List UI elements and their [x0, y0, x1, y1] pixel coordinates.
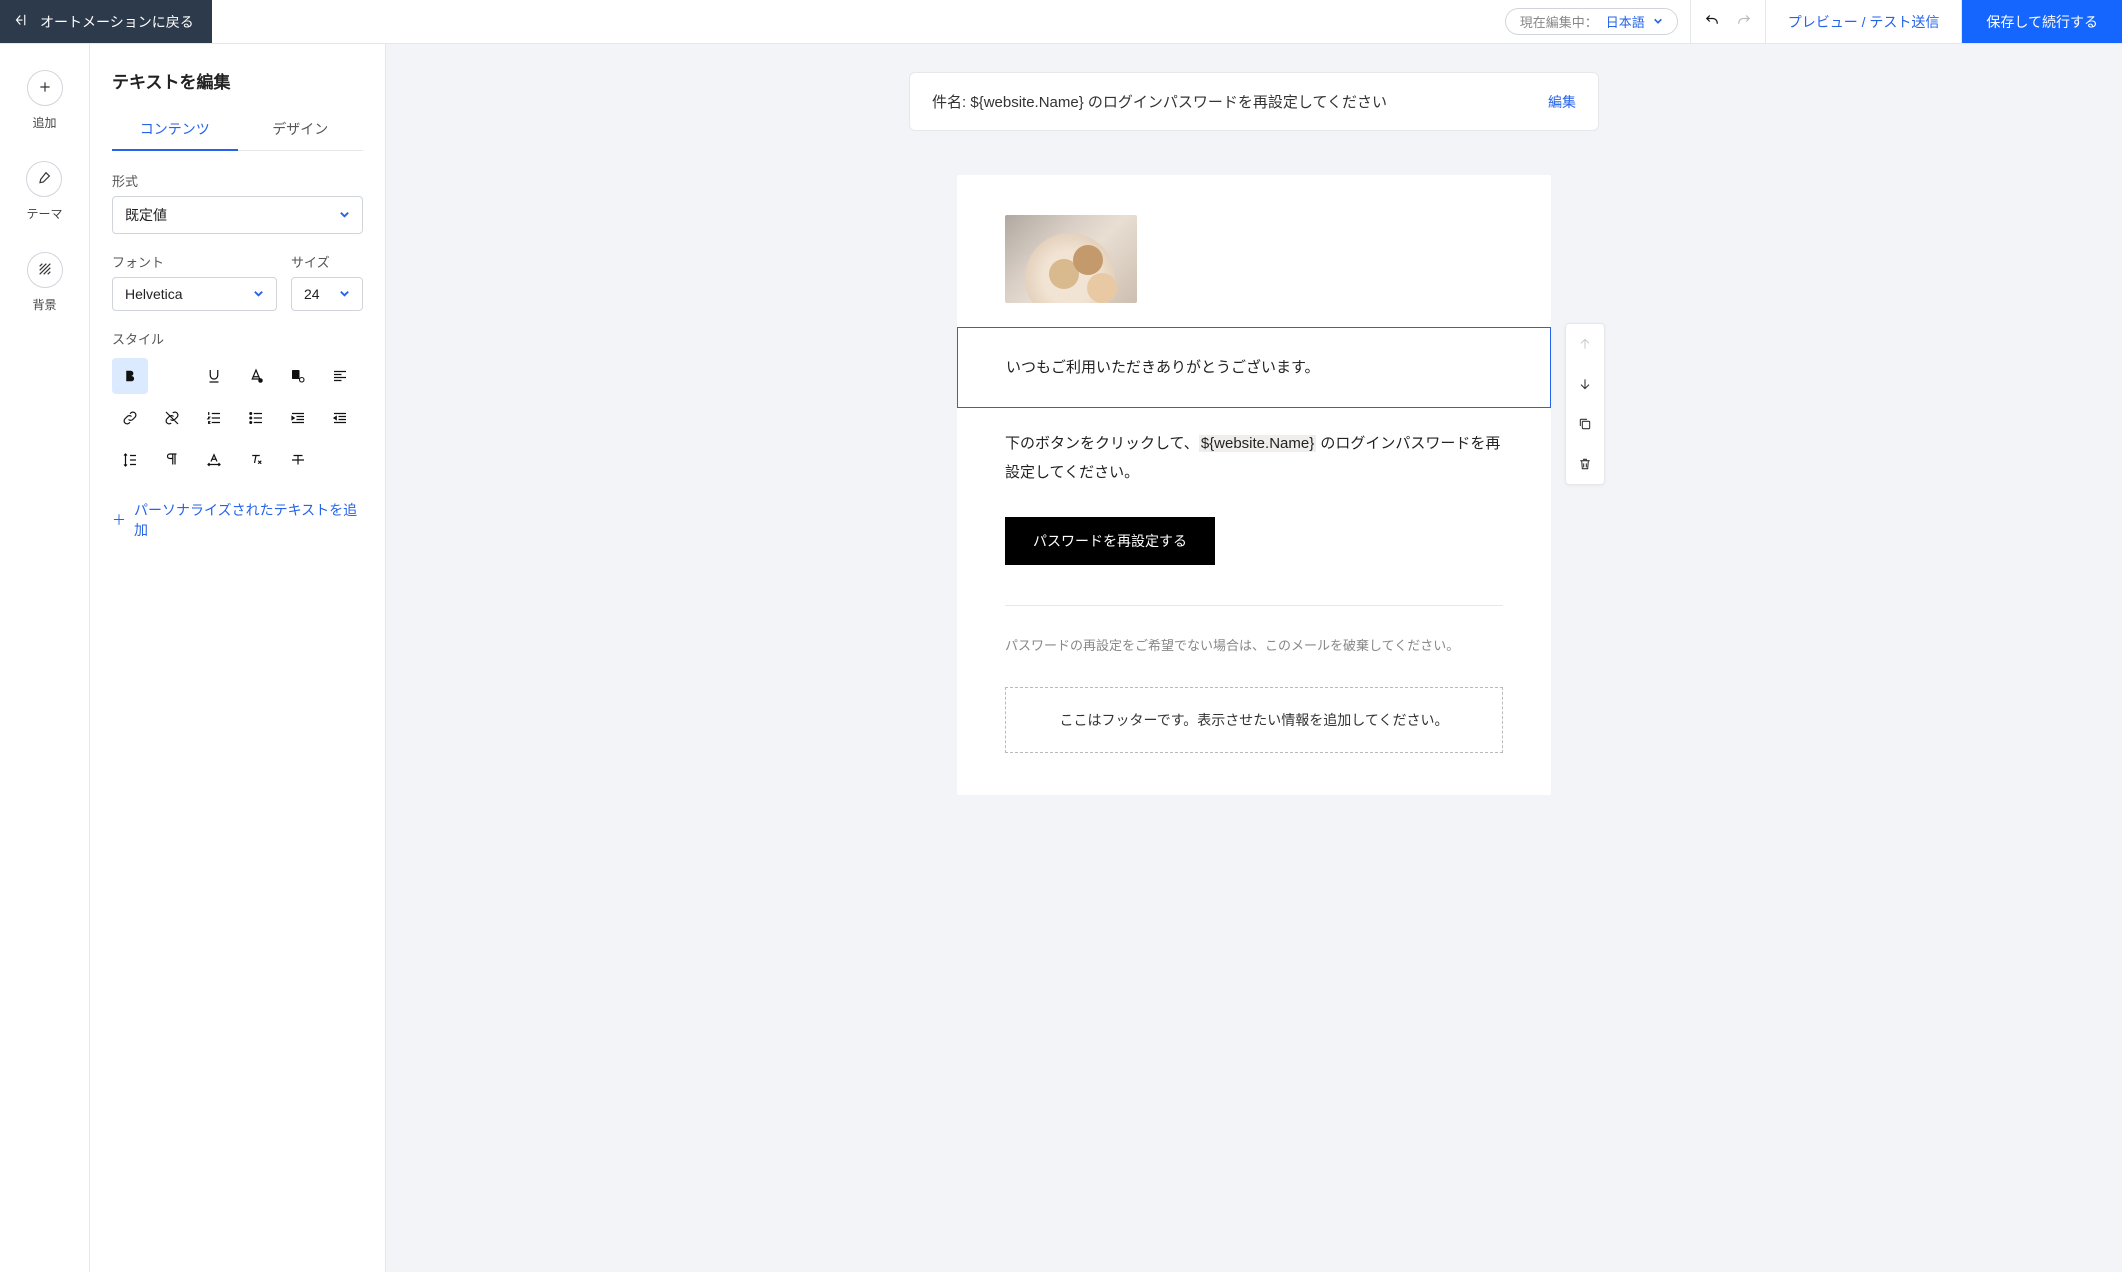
delete-button[interactable] — [1566, 444, 1604, 484]
letter-spacing-button[interactable] — [196, 442, 232, 478]
indent-button[interactable] — [280, 400, 316, 436]
size-select[interactable]: 24 — [291, 277, 363, 311]
unlink-button[interactable] — [154, 400, 190, 436]
iconbar-background[interactable]: 背景 — [27, 252, 63, 313]
chevron-down-icon — [339, 286, 350, 302]
reset-password-button[interactable]: パスワードを再設定する — [1005, 517, 1215, 565]
email-preview: いつもご利用いただきありがとうございます。 下のボタンをクリックして、${web… — [957, 175, 1551, 795]
highlight-color-button[interactable] — [280, 358, 316, 394]
plus-icon — [37, 79, 53, 98]
text-direction-button[interactable] — [154, 442, 190, 478]
size-label: サイズ — [291, 252, 363, 271]
plus-icon: ＋ — [112, 510, 126, 530]
subject-edit-button[interactable]: 編集 — [1548, 92, 1576, 112]
add-personalized-text-button[interactable]: ＋ パーソナライズされたテキストを追加 — [112, 500, 363, 540]
text-color-button[interactable] — [238, 358, 274, 394]
language-value: 日本語 — [1606, 12, 1645, 31]
brush-icon — [36, 170, 52, 189]
style-label: スタイル — [112, 329, 363, 348]
email-logo-image[interactable] — [1005, 215, 1137, 303]
preview-test-send-button[interactable]: プレビュー / テスト送信 — [1766, 0, 1963, 43]
format-label: 形式 — [112, 171, 363, 190]
font-select[interactable]: Helvetica — [112, 277, 277, 311]
link-button[interactable] — [112, 400, 148, 436]
undo-button[interactable] — [1703, 11, 1721, 32]
unordered-list-button[interactable] — [238, 400, 274, 436]
hatch-icon — [37, 261, 53, 280]
align-left-button[interactable] — [322, 358, 358, 394]
note-text[interactable]: パスワードの再設定をご希望でない場合は、このメールを破棄してください。 — [1005, 634, 1503, 657]
divider — [1005, 605, 1503, 606]
language-selector[interactable]: 現在編集中： 日本語 — [1505, 8, 1678, 35]
clear-format-button[interactable] — [238, 442, 274, 478]
italic-button[interactable] — [154, 358, 190, 394]
iconbar-add[interactable]: 追加 — [27, 70, 63, 131]
move-up-button[interactable] — [1566, 324, 1604, 364]
variable-token: ${website.Name} — [1199, 435, 1316, 452]
panel-title: テキストを編集 — [112, 68, 363, 93]
ordered-list-button[interactable] — [196, 400, 232, 436]
chevron-down-icon — [1653, 14, 1663, 29]
language-prefix: 現在編集中： — [1520, 12, 1598, 31]
save-and-continue-button[interactable]: 保存して続行する — [1962, 0, 2122, 43]
body-text[interactable]: 下のボタンをクリックして、${website.Name} のログインパスワードを… — [1005, 430, 1503, 487]
canvas-area: 件名: ${website.Name} のログインパスワードを再設定してください… — [386, 44, 2122, 1272]
strikethrough-button[interactable] — [280, 442, 316, 478]
line-height-button[interactable] — [112, 442, 148, 478]
bold-button[interactable] — [112, 358, 148, 394]
chevron-down-icon — [339, 207, 350, 223]
greeting-text: いつもご利用いただきありがとうございます。 — [1006, 354, 1502, 381]
back-label: オートメーションに戻る — [40, 12, 194, 32]
back-to-automation-button[interactable]: オートメーションに戻る — [0, 0, 212, 43]
move-down-button[interactable] — [1566, 364, 1604, 404]
tab-content[interactable]: コンテンツ — [112, 111, 238, 151]
subject-text: 件名: ${website.Name} のログインパスワードを再設定してください — [932, 91, 1387, 112]
chevron-down-icon — [253, 286, 264, 302]
block-float-toolbar — [1565, 323, 1605, 485]
tab-design[interactable]: デザイン — [238, 111, 364, 150]
iconbar-theme[interactable]: テーマ — [26, 161, 62, 222]
left-iconbar: 追加 テーマ 背景 — [0, 44, 90, 1272]
underline-button[interactable] — [196, 358, 232, 394]
footer-placeholder[interactable]: ここはフッターです。表示させたい情報を追加してください。 — [1005, 687, 1503, 753]
properties-panel: テキストを編集 コンテンツ デザイン 形式 既定値 フォント Helvetica — [90, 44, 386, 1272]
selected-text-block[interactable]: いつもご利用いただきありがとうございます。 — [957, 327, 1551, 408]
outdent-button[interactable] — [322, 400, 358, 436]
format-select[interactable]: 既定値 — [112, 196, 363, 234]
subject-bar: 件名: ${website.Name} のログインパスワードを再設定してください… — [909, 72, 1599, 131]
duplicate-button[interactable] — [1566, 404, 1604, 444]
font-label: フォント — [112, 252, 277, 271]
redo-button[interactable] — [1735, 11, 1753, 32]
back-icon — [12, 11, 30, 32]
